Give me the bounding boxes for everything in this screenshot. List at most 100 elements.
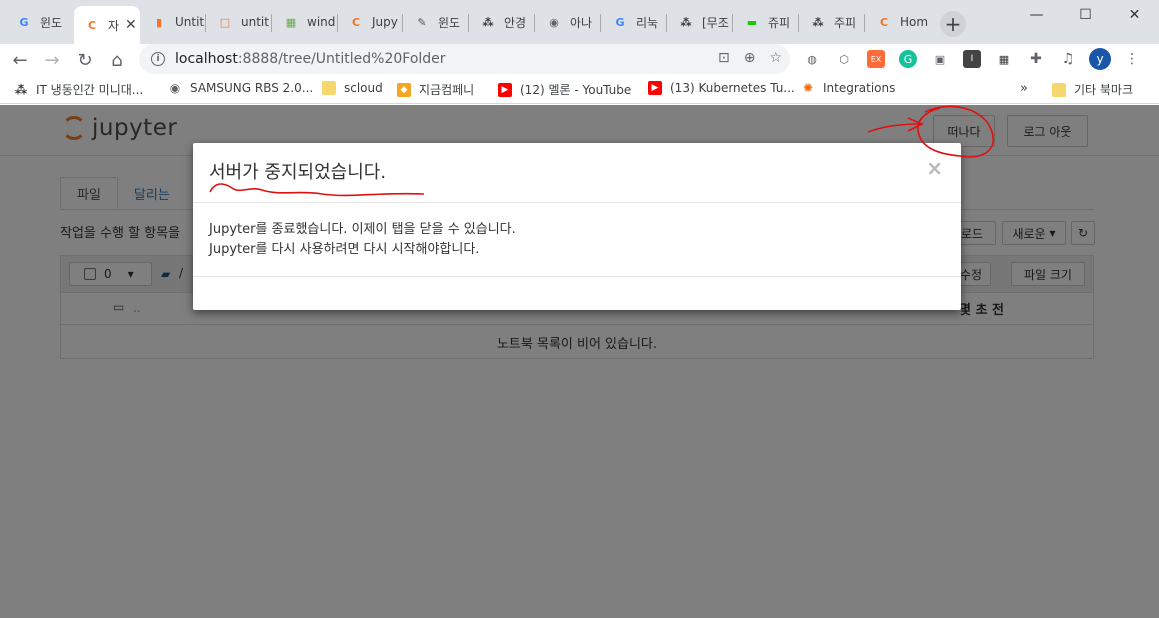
maximize-button[interactable]: ☐ [1063,0,1108,30]
home-icon[interactable]: ⌂ [105,48,129,72]
folder-icon [322,81,336,95]
tab-label: 윈도 [40,15,63,30]
tab-label: 윈도 [438,15,461,30]
tab-close-icon[interactable]: ✕ [125,17,137,33]
media-queue-icon[interactable]: ♫ [1059,50,1077,68]
browser-tab[interactable]: ⁂ 안경 [470,8,534,36]
dialog-message-line2: Jupyter를 다시 사용하려면 다시 시작해야합니다. [209,242,480,257]
extension-window-icon[interactable]: ▣ [931,50,949,68]
close-window-button[interactable]: ✕ [1112,0,1157,30]
dialog-title: 서버가 중지되었습니다. [209,162,387,183]
reload-icon[interactable]: ↻ [73,48,97,72]
pen-icon: ✎ [417,15,427,29]
bookmark-item[interactable]: ✺ Integrations [801,81,895,95]
extensions-puzzle-icon[interactable]: ✚ [1027,50,1045,68]
menu-kebab-icon[interactable]: ⋮ [1123,50,1141,68]
tab-label: untit [241,15,269,29]
browser-tab[interactable]: G 리눅 [602,8,666,36]
translate-icon[interactable]: ⊡ [718,50,730,66]
tab-separator [798,14,799,32]
folder-icon [1052,82,1066,97]
browser-tab[interactable]: ▬ 쥬피 [734,8,798,36]
browser-tab[interactable]: ⁂ 주피 [800,8,864,36]
tab-separator [600,14,601,32]
tree-icon: ⁂ [14,82,28,97]
other-bookmarks[interactable]: 기타 북마크 [1052,81,1133,98]
dialog-header: 서버가 중지되었습니다. × [193,143,961,203]
zoom-icon[interactable]: ⊕ [744,50,756,66]
google-icon: G [19,15,29,29]
tab-label: 자 [108,18,120,33]
browser-tab[interactable]: ◉ 아나 [536,8,600,36]
browser-toolbar: ← → ↻ ⌂ i localhost:8888/tree/Untitled%2… [0,44,1159,76]
chat-icon: ▬ [746,15,758,29]
tab-separator [271,14,272,32]
file-icon: □ [219,15,231,29]
tab-separator [402,14,403,32]
bookmark-item[interactable]: ⁂ IT 냉동인간 미니대... [14,81,143,98]
minimize-button[interactable]: — [1014,0,1059,30]
back-arrow-icon[interactable]: ← [8,48,32,72]
extension-hex-icon[interactable]: ⬡ [835,50,853,68]
bookmark-label: 지금컴페니 [419,83,475,97]
jupyter-icon: C [351,15,361,29]
bookmark-label: scloud [344,81,383,95]
tab-separator [468,14,469,32]
google-icon: G [615,15,625,29]
forward-arrow-icon[interactable]: → [40,48,64,72]
browser-tab[interactable]: ▮ Untit [141,8,205,36]
url-host: localhost [175,51,238,67]
jupyter-icon: C [879,15,889,29]
bookmark-item[interactable]: scloud [322,81,383,95]
browser-tab[interactable]: C 자 ✕ [74,6,140,44]
server-stopped-dialog: 서버가 중지되었습니다. × Jupyter를 종료했습니다. 이제이 탭을 닫… [193,143,961,310]
browser-tab[interactable]: ✎ 윈도 [404,8,468,36]
bookmark-item[interactable]: ◉ SAMSUNG RBS 2.0... [168,81,313,95]
browser-tab[interactable]: ⁂ [무조 [668,8,732,36]
bookmark-item[interactable]: ◆ 지금컴페니 [397,81,474,98]
extension-i-icon[interactable]: I [963,50,981,68]
youtube-icon: ▶ [498,82,512,97]
book-icon: ▮ [155,15,163,29]
bookmark-label: Integrations [823,81,896,95]
browser-tab[interactable]: □ untit [207,8,271,36]
browser-tab[interactable]: ▦ wind [273,8,337,36]
browser-tabstrip: G 윈도 C 자 ✕ ▮ Untit □ untit ▦ wind C Jupy ✎ 윈도 ⁂ 안경 ◉ 아나 G 리눅… [0,0,1159,44]
profile-avatar[interactable]: y [1089,48,1111,70]
grammarly-icon[interactable]: G [899,50,917,68]
url-path: :8888/tree/Untitled%20Folder [237,51,446,67]
globe-icon: ◉ [169,81,181,95]
tab-label: 아나 [570,15,593,30]
bookmark-label: IT 냉동인간 미니대... [36,83,144,97]
tab-label: wind [307,15,336,29]
extension-ex-icon[interactable]: EX [867,50,885,68]
bookmark-star-icon[interactable]: ☆ [769,50,782,66]
browser-tab[interactable]: C Jupy [338,8,402,36]
tab-label: 쥬피 [768,15,791,30]
tab-label: 주피 [834,15,857,30]
browser-tab[interactable]: G 윈도 [6,8,72,36]
tab-separator [666,14,667,32]
tab-separator [732,14,733,32]
bookmark-item[interactable]: ▶ (12) 멜론 - YouTube [498,81,631,98]
tab-separator [864,14,865,32]
youtube-icon: ▶ [648,81,662,95]
extension-chat-icon[interactable]: ◍ [803,50,821,68]
site-info-icon[interactable]: i [151,52,165,66]
tab-label: 안경 [504,15,527,30]
close-icon[interactable]: × [926,156,943,180]
bookmark-item[interactable]: ▶ (13) Kubernetes Tu... [648,81,795,95]
browser-tab[interactable]: C Hom [866,8,930,36]
jupyter-icon: C [87,18,97,32]
tree-icon: ⁂ [482,15,494,29]
new-tab-button[interactable]: + [940,11,966,37]
bookmarks-overflow-button[interactable]: » [1020,81,1028,96]
tab-separator [205,14,206,32]
tree-icon: ⁂ [680,15,692,29]
qr-icon[interactable]: ▦ [995,50,1013,68]
tab-label: Untit [175,15,205,29]
other-bookmarks-label: 기타 북마크 [1074,83,1134,97]
dialog-message-line1: Jupyter를 종료했습니다. 이제이 탭을 닫을 수 있습니다. [209,222,516,237]
address-bar[interactable]: i localhost:8888/tree/Untitled%20Folder … [139,44,790,74]
globe-icon: ◉ [549,15,559,29]
